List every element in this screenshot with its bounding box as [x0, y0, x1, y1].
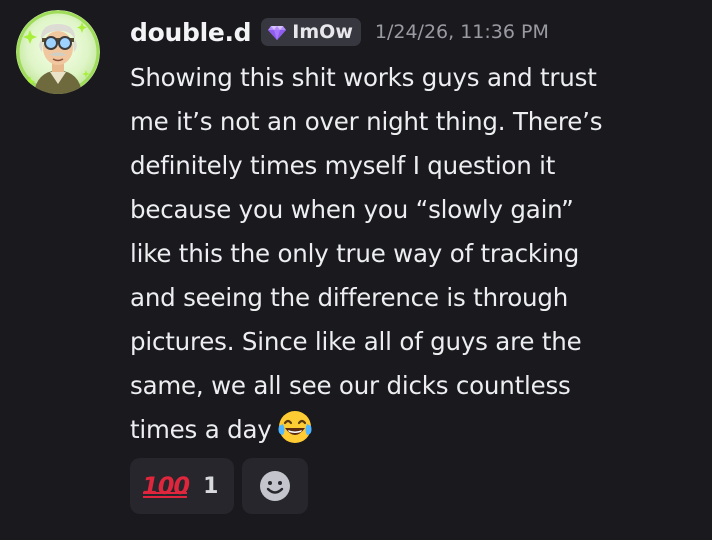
- server-tag-label: ImOw: [292, 21, 353, 43]
- chat-message: double.d ImOw 1/24/26, 11:36 PM Showing …: [0, 0, 712, 540]
- reaction-count: 1: [203, 473, 219, 499]
- message-timestamp[interactable]: 1/24/26, 11:36 PM: [375, 21, 549, 43]
- message-content: Showing this shit works guys and trust m…: [130, 56, 700, 460]
- message-header: double.d ImOw 1/24/26, 11:36 PM: [130, 14, 549, 50]
- hundred-points-icon: 100: [142, 472, 190, 500]
- server-tag[interactable]: ImOw: [261, 18, 361, 46]
- username[interactable]: double.d: [130, 18, 252, 47]
- reaction-hundred-points[interactable]: 100 1: [130, 458, 234, 514]
- avatar-character-icon: [16, 10, 100, 94]
- reactions-bar: 100 1: [130, 458, 308, 514]
- add-reaction-button[interactable]: [242, 458, 308, 514]
- gem-icon: [268, 26, 287, 40]
- message-text: Showing this shit works guys and trust m…: [130, 63, 603, 444]
- user-avatar[interactable]: [16, 10, 100, 94]
- smiley-icon: [260, 471, 290, 501]
- laughing-tears-emoji: [276, 408, 314, 460]
